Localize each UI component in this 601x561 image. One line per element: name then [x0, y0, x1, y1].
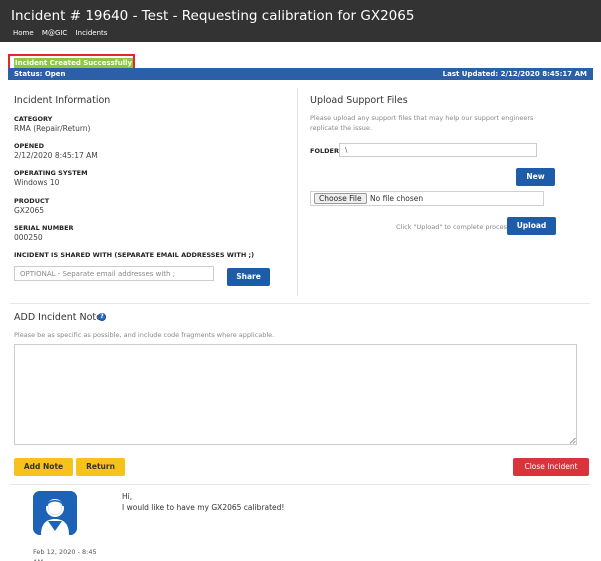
note-content: Hi, I would like to have my GX2065 calib…: [122, 491, 284, 513]
os-label: OPERATING SYSTEM: [14, 169, 88, 177]
no-file-text: No file chosen: [370, 194, 424, 203]
add-note-button[interactable]: Add Note: [14, 458, 73, 476]
folder-label: FOLDER:: [310, 147, 342, 155]
category-value: RMA (Repair/Return): [14, 124, 91, 133]
add-note-title: ADD Incident Note: [14, 312, 102, 323]
status-bar: Status: Open Last Updated: 2/12/2020 8:4…: [8, 68, 593, 80]
column-divider: [297, 88, 298, 296]
upload-instruction: Click "Upload" to complete process.: [396, 223, 513, 231]
file-picker[interactable]: Choose File No file chosen: [310, 191, 544, 206]
note-line: Hi,: [122, 492, 133, 501]
share-button[interactable]: Share: [227, 268, 270, 286]
choose-file-button[interactable]: Choose File: [314, 193, 367, 204]
upload-button[interactable]: Upload: [507, 217, 556, 235]
note-hint: Please be as specific as possible, and i…: [14, 331, 275, 339]
opened-label: OPENED: [14, 142, 45, 150]
upload-hint: Please upload any support files that may…: [310, 114, 534, 132]
product-label: PRODUCT: [14, 197, 50, 205]
incident-info-title: Incident Information: [14, 95, 111, 106]
user-avatar-icon: [33, 491, 77, 535]
category-label: CATEGORY: [14, 115, 53, 123]
breadcrumb-incidents[interactable]: Incidents: [76, 29, 108, 37]
share-label: INCIDENT IS SHARED WITH (SEPARATE EMAIL …: [14, 251, 255, 259]
return-button[interactable]: Return: [76, 458, 125, 476]
history-divider: [10, 484, 590, 485]
breadcrumb-magic[interactable]: M@GIC: [42, 29, 67, 37]
serial-label: SERIAL NUMBER: [14, 224, 74, 232]
note-date-line: Feb 12, 2020 - 8:45: [33, 548, 97, 556]
page-header: Incident # 19640 - Test - Requesting cal…: [0, 0, 601, 42]
question-circle-icon[interactable]: ?: [98, 313, 106, 321]
opened-value: 2/12/2020 8:45:17 AM: [14, 151, 98, 160]
share-email-input[interactable]: [14, 266, 214, 281]
note-line: I would like to have my GX2065 calibrate…: [122, 503, 285, 512]
last-updated-text: Last Updated: 2/12/2020 8:45:17 AM: [442, 70, 587, 78]
resize-grip-icon[interactable]: [569, 437, 576, 444]
success-message: Incident Created Successfully: [14, 58, 134, 68]
upload-title: Upload Support Files: [310, 95, 408, 106]
folder-input[interactable]: [339, 143, 537, 157]
new-folder-button[interactable]: New: [516, 168, 555, 186]
status-text: Status: Open: [14, 70, 66, 78]
os-value: Windows 10: [14, 178, 60, 187]
breadcrumb-home[interactable]: Home: [13, 29, 34, 37]
page-title: Incident # 19640 - Test - Requesting cal…: [11, 8, 415, 24]
product-value: GX2065: [14, 206, 45, 215]
serial-value: 000250: [14, 233, 43, 242]
note-textarea[interactable]: [14, 344, 577, 445]
section-divider: [10, 303, 590, 304]
note-date: Feb 12, 2020 - 8:45 AM: [33, 547, 97, 561]
close-incident-button[interactable]: Close Incident: [513, 458, 589, 476]
note-date-line: AM: [33, 557, 97, 561]
breadcrumb: Home M@GIC Incidents: [13, 29, 113, 37]
